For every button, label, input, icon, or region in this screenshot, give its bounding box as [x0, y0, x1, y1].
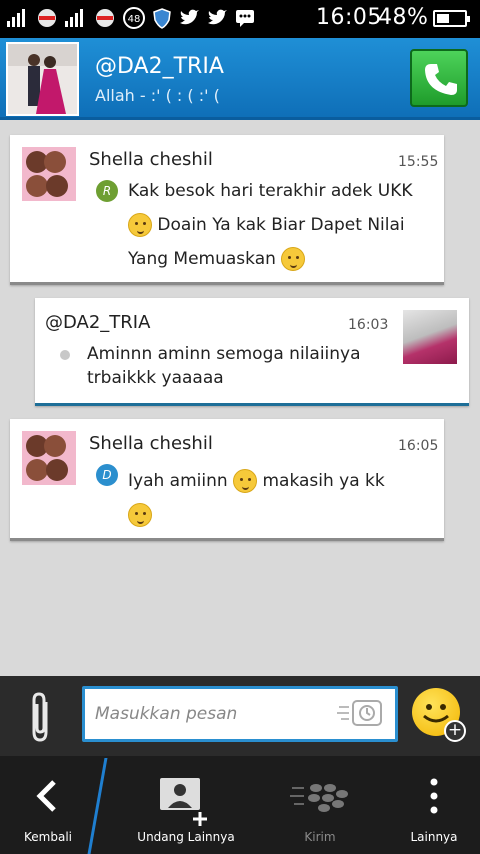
- message-time: 15:55: [398, 154, 439, 170]
- back-label: Kembali: [24, 830, 72, 844]
- message-text: Aminnn aminn semoga nilaiinya: [87, 344, 361, 364]
- sender-name: Shella cheshil: [89, 433, 213, 454]
- invite-button[interactable]: Undang Lainnya: [118, 756, 254, 854]
- paperclip-icon[interactable]: [26, 690, 56, 744]
- message-text: trbaikkk yaaaaa: [87, 368, 224, 388]
- read-status-badge: R: [96, 180, 118, 202]
- action-bar: Kembali Undang Lainnya Kirim Lainnya: [0, 756, 480, 854]
- send-button[interactable]: Kirim: [270, 756, 370, 854]
- send-label: Kirim: [304, 830, 336, 844]
- invite-label: Undang Lainnya: [137, 830, 235, 844]
- sender-avatar[interactable]: [22, 147, 76, 201]
- plus-icon: +: [444, 720, 466, 742]
- bbm-send-icon: [290, 784, 348, 812]
- voice-note-icon[interactable]: [335, 697, 385, 733]
- call-button[interactable]: [410, 49, 468, 107]
- message-time: 16:05: [398, 438, 439, 454]
- pray-emoji-icon: [233, 469, 258, 493]
- smile-emoji-icon: [128, 503, 152, 527]
- status-bar: 48 16:05 48%: [0, 0, 480, 38]
- composer-bar: +: [0, 676, 480, 756]
- more-button[interactable]: Lainnya: [392, 756, 476, 854]
- chevron-left-icon: [36, 780, 56, 812]
- couple-photo-icon: [8, 44, 77, 114]
- sender-avatar[interactable]: [403, 310, 457, 364]
- sender-avatar[interactable]: [22, 431, 76, 485]
- battery-icon: [433, 10, 470, 27]
- contact-name: @DA2_TRIA: [95, 54, 224, 79]
- signal-icon: [7, 9, 25, 27]
- message-text: Doain Ya kak Biar Dapet Nilai: [157, 215, 405, 235]
- kiss-emoji-icon: [128, 213, 152, 237]
- shield-icon: [153, 8, 171, 29]
- twitter-icon: [208, 9, 227, 25]
- signal-icon: [65, 9, 83, 27]
- delivered-status-badge: D: [96, 464, 118, 486]
- message-text: Iyah amiinn: [128, 471, 228, 491]
- battery-percent: 48%: [378, 5, 429, 30]
- message-text: makasih ya kk: [262, 471, 385, 491]
- twitter-icon: [180, 9, 199, 25]
- message-text: Kak besok hari terakhir adek UKK: [128, 181, 413, 201]
- contact-avatar[interactable]: [6, 42, 79, 116]
- message-text: Yang Memuaskan: [128, 249, 276, 269]
- svg-text:48: 48: [128, 14, 141, 25]
- notification-badge-icon: 48: [123, 7, 145, 29]
- message-card-outgoing[interactable]: @DA2_TRIA 16:03 Aminnn aminn semoga nila…: [35, 298, 469, 406]
- chat-header: @DA2_TRIA Allah - :' ( : ( :' (: [0, 38, 480, 120]
- message-input-box[interactable]: [82, 686, 398, 742]
- phone-icon: [425, 64, 457, 95]
- message-input[interactable]: [95, 699, 330, 729]
- emoticon-button[interactable]: +: [412, 688, 466, 742]
- overflow-menu-icon: [430, 778, 438, 814]
- pending-status-dot: [60, 350, 70, 360]
- bbm-alert-icon: [38, 9, 56, 27]
- back-button[interactable]: Kembali: [0, 756, 96, 854]
- contact-status-message: Allah - :' ( : ( :' (: [95, 86, 220, 105]
- message-card-incoming[interactable]: Shella cheshil 15:55 R Kak besok hari te…: [10, 135, 444, 285]
- chat-icon: [236, 10, 254, 27]
- sender-name: @DA2_TRIA: [45, 312, 151, 333]
- status-time: 16:05: [316, 5, 382, 30]
- message-time: 16:03: [348, 317, 389, 333]
- smile-emoji-icon: [281, 247, 306, 271]
- add-contact-icon: [160, 778, 207, 826]
- sender-name: Shella cheshil: [89, 149, 213, 170]
- more-label: Lainnya: [410, 830, 458, 844]
- bbm-alert-icon: [96, 9, 114, 27]
- message-card-incoming[interactable]: Shella cheshil 16:05 D Iyah amiinn makas…: [10, 419, 444, 541]
